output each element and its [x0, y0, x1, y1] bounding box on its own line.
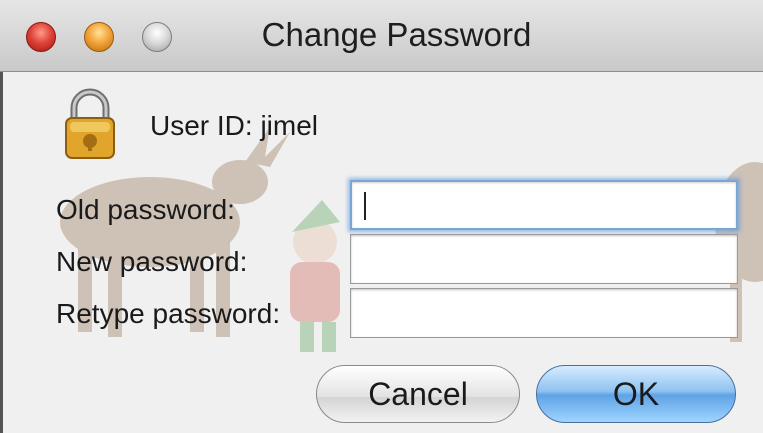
user-id-label: User ID: jimel — [150, 110, 319, 141]
window-left-edge — [0, 72, 3, 433]
title-bar[interactable]: Change Password — [0, 0, 763, 72]
new-password-field[interactable] — [350, 234, 738, 284]
retype-password-field[interactable] — [350, 288, 738, 338]
lock-icon — [65, 88, 115, 159]
cancel-button[interactable]: Cancel — [316, 365, 520, 423]
text-caret — [364, 192, 366, 220]
ok-button[interactable]: OK — [536, 365, 736, 423]
dialog-content: User ID: jimel Old password: New passwor… — [0, 72, 763, 433]
window-title: Change Password — [261, 16, 532, 53]
old-password-field[interactable] — [350, 180, 738, 230]
retype-password-label: Retype password: — [56, 298, 281, 329]
change-password-window: Change Password User ID: jimel Old passw… — [0, 0, 763, 433]
old-password-label: Old password: — [56, 194, 235, 225]
new-password-label: New password: — [56, 246, 248, 277]
